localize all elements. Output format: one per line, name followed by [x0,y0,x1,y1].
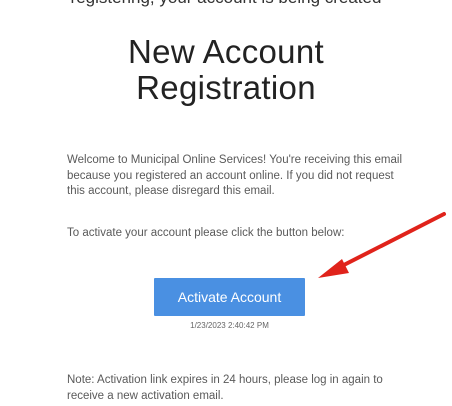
header-clipped-line: registering, your account is being creat… [0,0,452,8]
title-line-2: Registration [136,69,316,106]
header-clipped-text: registering, your account is being creat… [0,0,452,8]
page-title: New Account Registration [0,34,452,106]
red-arrow-icon [318,212,446,278]
activate-account-button[interactable]: Activate Account [154,278,305,316]
note-paragraph: Note: Activation link expires in 24 hour… [67,374,383,402]
title-line-1: New Account [128,33,324,70]
intro-paragraph: Welcome to Municipal Online Services! Yo… [67,154,402,197]
timestamp: 1/23/2023 2:40:42 PM [190,321,269,330]
